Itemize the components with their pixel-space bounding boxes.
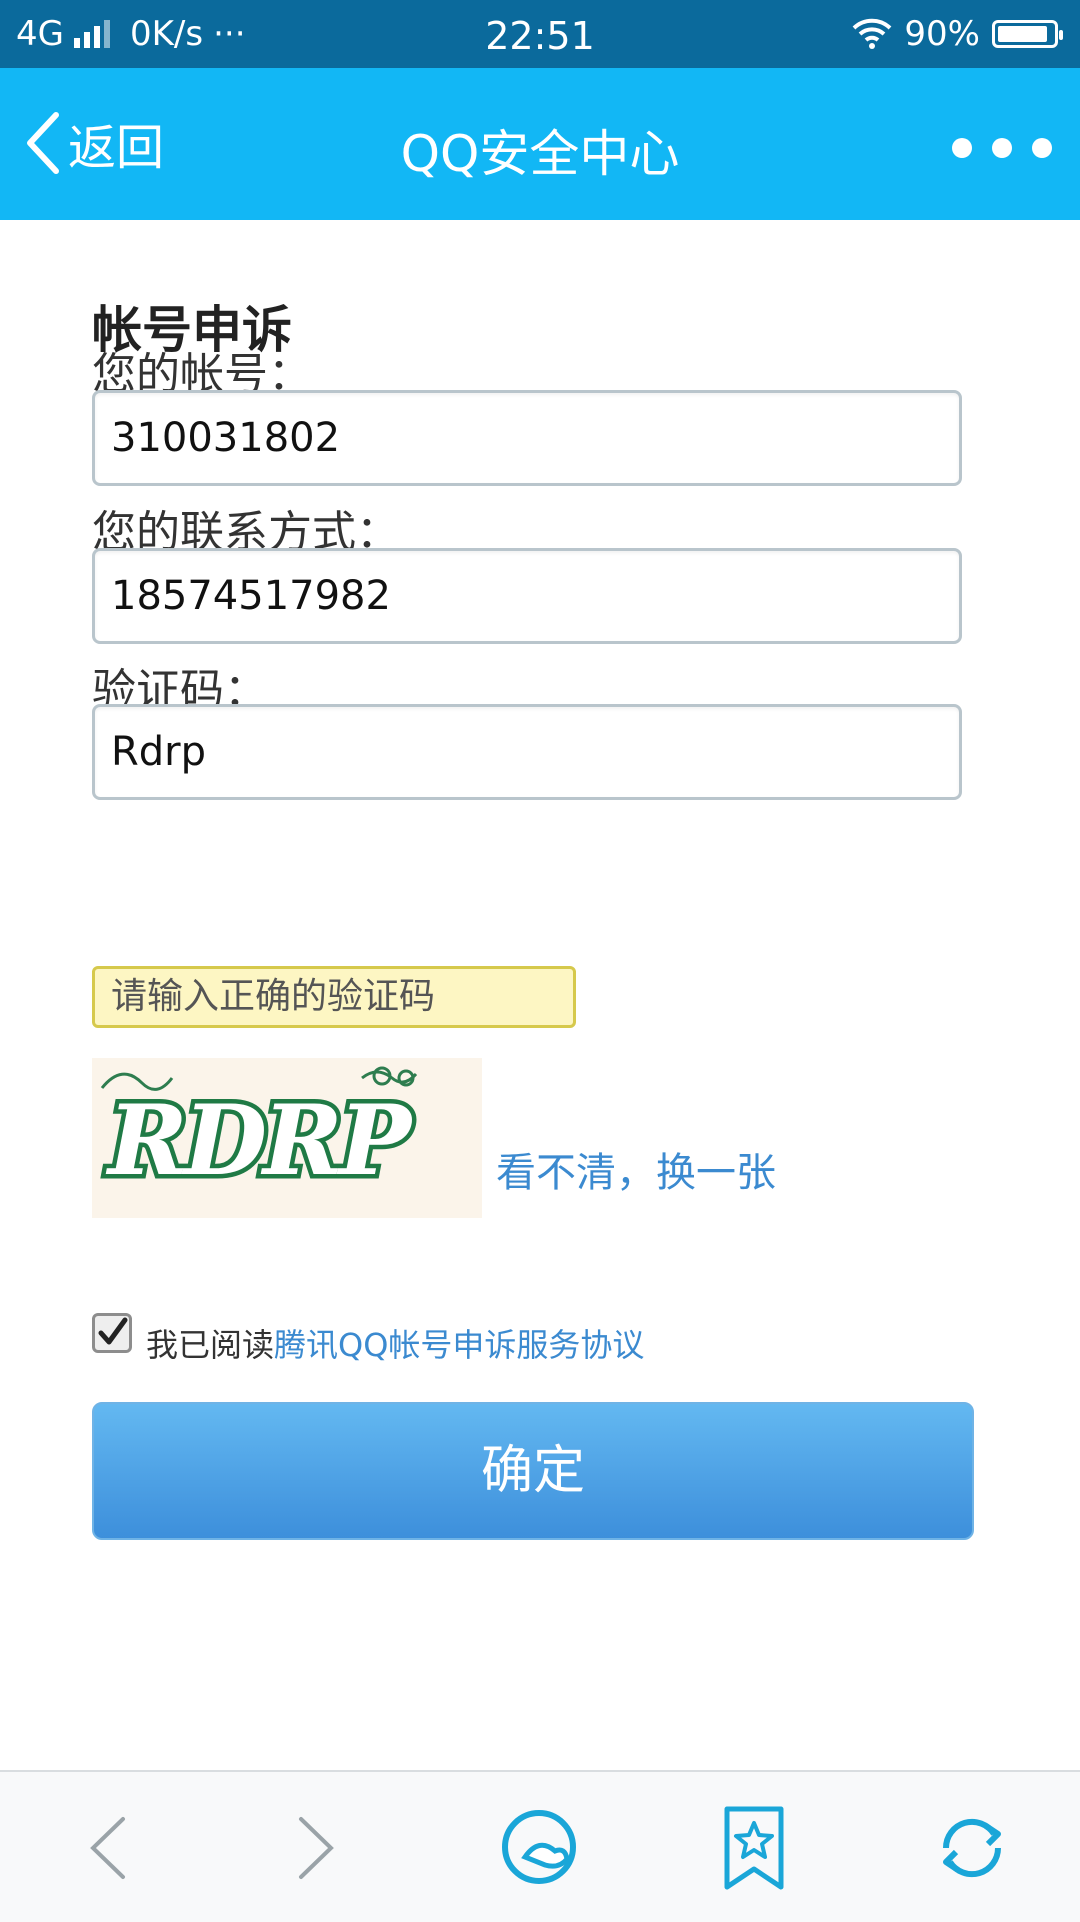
dot-icon <box>1032 138 1052 158</box>
confirm-button[interactable]: 确定 <box>92 1402 974 1540</box>
bookmark-star-icon <box>724 1806 784 1890</box>
browser-toolbar <box>0 1770 1080 1922</box>
status-bar: 4G 0K/s ··· 22:51 90% <box>0 0 1080 68</box>
battery-icon <box>992 20 1063 48</box>
agreement-checkbox[interactable] <box>92 1313 132 1353</box>
page-title: QQ安全中心 <box>400 125 680 183</box>
back-nav-button[interactable] <box>60 1800 156 1896</box>
refresh-button[interactable] <box>924 1800 1020 1896</box>
qq-browser-icon <box>502 1810 576 1884</box>
wifi-icon <box>853 18 892 49</box>
checkmark-icon <box>98 1317 128 1345</box>
forward-nav-button[interactable] <box>268 1800 364 1896</box>
captcha-text: RDRP <box>105 1084 414 1197</box>
back-arrow-icon <box>90 1817 125 1879</box>
status-right: 90% <box>852 14 1063 54</box>
agreement-link[interactable]: 腾讯QQ帐号申诉服务协议 <box>274 1320 644 1366</box>
agreement-row: 我已阅读 腾讯QQ帐号申诉服务协议 <box>92 1313 644 1366</box>
dot-icon <box>952 138 972 158</box>
bookmark-button[interactable] <box>706 1800 802 1896</box>
captcha-input[interactable]: Rdrp <box>92 704 962 800</box>
captcha-graphic: RDRP <box>101 1066 422 1202</box>
refresh-icon <box>942 1818 1002 1878</box>
qq-browser-button[interactable] <box>492 1800 588 1896</box>
title-bar: 返回 QQ安全中心 <box>0 68 1080 220</box>
contact-input[interactable]: 18574517982 <box>92 548 962 644</box>
dot-icon <box>992 138 1012 158</box>
battery-percent: 90% <box>904 14 980 54</box>
account-input[interactable]: 310031802 <box>92 390 962 486</box>
captcha-image[interactable]: RDRP <box>92 1058 482 1218</box>
agreement-prefix: 我已阅读 <box>146 1326 275 1364</box>
refresh-captcha-link[interactable]: 看不清，换一张 <box>496 1140 776 1198</box>
error-message: 请输入正确的验证码 <box>92 966 576 1028</box>
more-options-button[interactable] <box>952 128 1052 168</box>
forward-arrow-icon <box>299 1817 334 1879</box>
battery-fill <box>998 26 1047 42</box>
